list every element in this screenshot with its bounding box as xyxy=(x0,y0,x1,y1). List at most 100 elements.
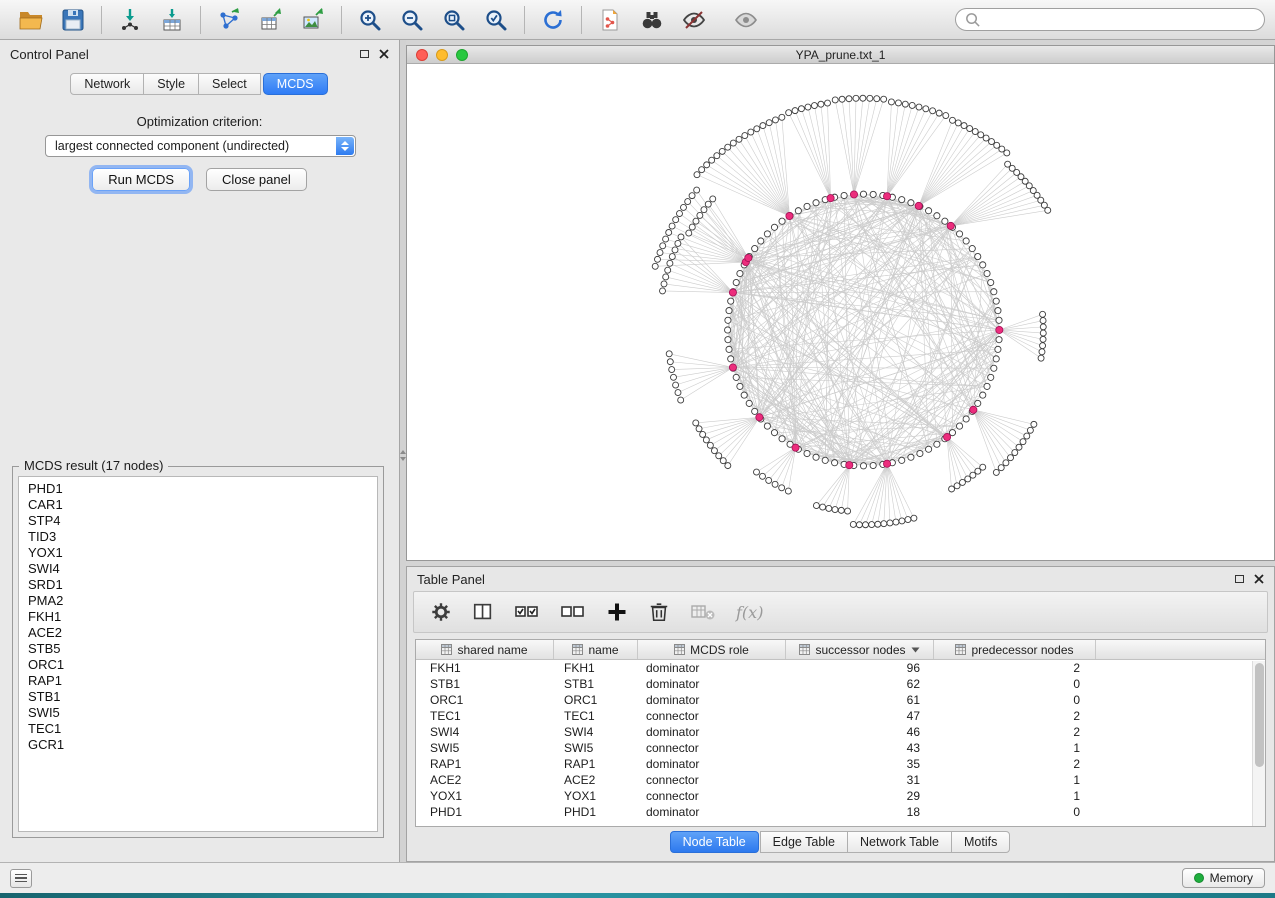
table-cell[interactable]: TEC1 xyxy=(416,708,554,724)
column-header-successor-nodes[interactable]: successor nodes xyxy=(786,640,934,659)
mcds-result-item[interactable]: GCR1 xyxy=(28,737,377,753)
panel-menu-button[interactable] xyxy=(10,869,32,888)
table-cell[interactable]: 35 xyxy=(786,756,934,772)
refresh-view-button[interactable] xyxy=(536,4,570,36)
table-cell[interactable]: FKH1 xyxy=(554,660,638,676)
table-cell[interactable]: 46 xyxy=(786,724,934,740)
optimization-criterion-dropdown[interactable]: largest connected component (undirected) xyxy=(45,135,356,157)
table-cell[interactable]: 0 xyxy=(934,676,1096,692)
table-tab-edge-table[interactable]: Edge Table xyxy=(760,831,848,853)
export-image-button[interactable] xyxy=(296,4,330,36)
table-cell[interactable]: dominator xyxy=(638,692,786,708)
open-folder-button[interactable] xyxy=(14,4,48,36)
table-cell[interactable]: connector xyxy=(638,708,786,724)
table-row[interactable]: PHD1PHD1dominator180 xyxy=(416,804,1265,820)
tab-network[interactable]: Network xyxy=(70,73,144,95)
maximize-window-icon[interactable] xyxy=(456,49,468,61)
column-header-shared-name[interactable]: shared name xyxy=(416,640,554,659)
table-cell[interactable]: STB1 xyxy=(416,676,554,692)
export-network-button[interactable] xyxy=(212,4,246,36)
import-table-button[interactable] xyxy=(155,4,189,36)
tab-mcds[interactable]: MCDS xyxy=(263,73,328,95)
mcds-result-list[interactable]: PHD1CAR1STP4TID3YOX1SWI4SRD1PMA2FKH1ACE2… xyxy=(18,476,378,832)
table-row[interactable]: RAP1RAP1dominator352 xyxy=(416,756,1265,772)
table-cell[interactable]: YOX1 xyxy=(554,788,638,804)
table-cell[interactable]: dominator xyxy=(638,724,786,740)
zoom-in-button[interactable] xyxy=(353,4,387,36)
select-all-rows-icon[interactable] xyxy=(514,601,540,623)
table-cell[interactable]: 1 xyxy=(934,788,1096,804)
network-canvas[interactable] xyxy=(407,64,1274,561)
table-cell[interactable]: TEC1 xyxy=(554,708,638,724)
mcds-result-item[interactable]: SRD1 xyxy=(28,577,377,593)
table-row[interactable]: SWI5SWI5connector431 xyxy=(416,740,1265,756)
close-panel-button[interactable]: Close panel xyxy=(206,168,307,191)
scrollbar-thumb[interactable] xyxy=(1255,663,1264,767)
mcds-result-item[interactable]: SWI5 xyxy=(28,705,377,721)
table-row[interactable]: ORC1ORC1dominator610 xyxy=(416,692,1265,708)
save-session-button[interactable] xyxy=(56,4,90,36)
tab-style[interactable]: Style xyxy=(143,73,199,95)
dropdown-stepper-icon[interactable] xyxy=(336,137,354,155)
run-mcds-button[interactable]: Run MCDS xyxy=(92,168,190,191)
zoom-out-button[interactable] xyxy=(395,4,429,36)
table-cell[interactable]: 43 xyxy=(786,740,934,756)
table-cell[interactable]: dominator xyxy=(638,660,786,676)
table-row[interactable]: SWI4SWI4dominator462 xyxy=(416,724,1265,740)
table-cell[interactable]: 47 xyxy=(786,708,934,724)
table-row[interactable]: FKH1FKH1dominator962 xyxy=(416,660,1265,676)
zoom-fit-button[interactable] xyxy=(437,4,471,36)
column-header-predecessor-nodes[interactable]: predecessor nodes xyxy=(934,640,1096,659)
mcds-result-item[interactable]: STB1 xyxy=(28,689,377,705)
hide-selected-button[interactable] xyxy=(677,4,711,36)
search-box[interactable] xyxy=(955,8,1265,31)
mcds-result-item[interactable]: TEC1 xyxy=(28,721,377,737)
table-row[interactable]: ACE2ACE2connector311 xyxy=(416,772,1265,788)
add-column-icon[interactable] xyxy=(606,601,628,623)
table-cell[interactable]: RAP1 xyxy=(416,756,554,772)
table-cell[interactable]: SWI4 xyxy=(416,724,554,740)
table-cell[interactable]: 1 xyxy=(934,740,1096,756)
table-row[interactable]: TEC1TEC1connector472 xyxy=(416,708,1265,724)
table-cell[interactable]: connector xyxy=(638,740,786,756)
memory-button[interactable]: Memory xyxy=(1182,868,1265,888)
float-panel-icon[interactable] xyxy=(360,50,369,58)
mcds-result-item[interactable]: PHD1 xyxy=(28,481,377,497)
table-cell[interactable]: 2 xyxy=(934,660,1096,676)
search-binoculars-button[interactable] xyxy=(635,4,669,36)
mcds-result-item[interactable]: RAP1 xyxy=(28,673,377,689)
table-settings-gear-icon[interactable] xyxy=(430,601,452,623)
zoom-selected-button[interactable] xyxy=(479,4,513,36)
search-input[interactable] xyxy=(986,13,1256,27)
table-cell[interactable]: FKH1 xyxy=(416,660,554,676)
export-table-button[interactable] xyxy=(254,4,288,36)
table-cell[interactable]: STB1 xyxy=(554,676,638,692)
table-cell[interactable]: PHD1 xyxy=(554,804,638,820)
close-panel-icon[interactable] xyxy=(1254,574,1264,584)
mcds-result-item[interactable]: ACE2 xyxy=(28,625,377,641)
column-header-name[interactable]: name xyxy=(554,640,638,659)
table-cell[interactable]: 61 xyxy=(786,692,934,708)
table-cell[interactable]: 96 xyxy=(786,660,934,676)
table-cell[interactable]: YOX1 xyxy=(416,788,554,804)
mcds-result-item[interactable]: FKH1 xyxy=(28,609,377,625)
table-cell[interactable]: dominator xyxy=(638,756,786,772)
mcds-result-item[interactable]: PMA2 xyxy=(28,593,377,609)
network-window-titlebar[interactable]: YPA_prune.txt_1 xyxy=(407,46,1274,64)
table-cell[interactable]: ACE2 xyxy=(416,772,554,788)
table-cell[interactable]: dominator xyxy=(638,804,786,820)
show-column-icon[interactable] xyxy=(472,601,494,623)
mcds-result-item[interactable]: ORC1 xyxy=(28,657,377,673)
mcds-result-item[interactable]: TID3 xyxy=(28,529,377,545)
table-cell[interactable]: PHD1 xyxy=(416,804,554,820)
close-panel-icon[interactable] xyxy=(379,49,389,59)
minimize-window-icon[interactable] xyxy=(436,49,448,61)
column-header-MCDS-role[interactable]: MCDS role xyxy=(638,640,786,659)
table-cell[interactable]: 2 xyxy=(934,708,1096,724)
show-all-button[interactable] xyxy=(729,4,763,36)
import-network-button[interactable] xyxy=(113,4,147,36)
table-cell[interactable]: connector xyxy=(638,772,786,788)
table-cell[interactable]: 2 xyxy=(934,756,1096,772)
table-cell[interactable]: connector xyxy=(638,788,786,804)
tab-select[interactable]: Select xyxy=(198,73,261,95)
